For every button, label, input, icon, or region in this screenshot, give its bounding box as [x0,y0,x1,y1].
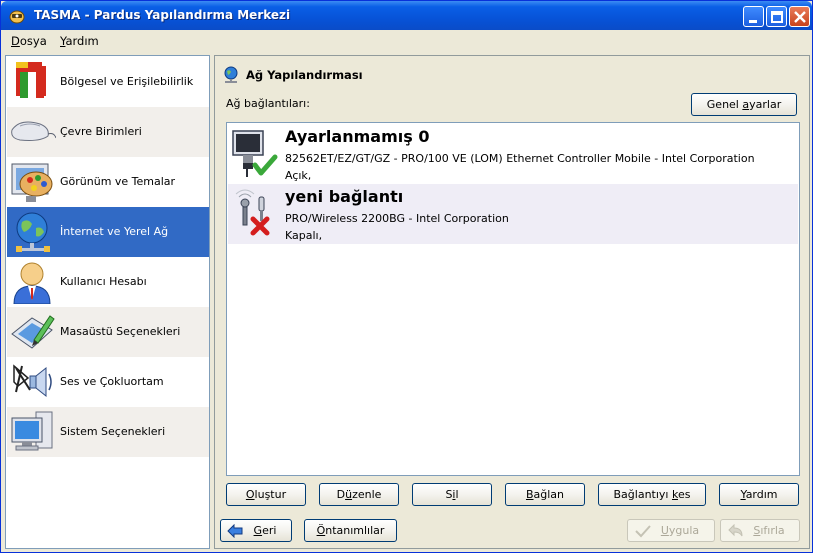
apply-button[interactable]: Uygula [627,519,715,542]
sidebar-item-regional[interactable]: Bölgesel ve Erişilebilirlik [7,57,209,107]
help-button[interactable]: Yardım [719,483,799,506]
sidebar-item-label: Bölgesel ve Erişilebilirlik [60,75,194,88]
sidebar-item-label: Masaüstü Seçenekleri [60,325,181,338]
maximize-button[interactable] [766,6,787,27]
title-bar[interactable]: TASMA - Pardus Yapılandırma Merkezi [1,1,812,30]
sidebar-item-appearance[interactable]: Görünüm ve Temalar [7,157,209,207]
wireless-disconnected-icon [235,189,270,236]
sidebar-item-network[interactable]: İnternet ve Yerel Ağ [7,207,209,257]
back-button[interactable]: Geri [220,519,292,542]
main-window: TASMA - Pardus Yapılandırma Merkezi Dosy… [0,0,813,553]
connection-name: yeni bağlantı [285,187,404,206]
user-icon [13,262,51,304]
maximize-icon [771,11,783,23]
window-title: TASMA - Pardus Yapılandırma Merkezi [34,8,291,22]
computer-icon [11,411,53,451]
sidebar-item-label: Görünüm ve Temalar [60,175,176,188]
general-settings-button[interactable]: Genel ayarlar [691,93,797,116]
disconnect-button[interactable]: Bağlantıyı kes [598,483,706,506]
list-item[interactable]: yeni bağlantı PRO/Wireless 2200BG - Inte… [228,184,798,244]
create-button[interactable]: Oluştur [226,483,306,506]
desktop-pen-icon [11,315,55,349]
sidebar-item-label: Ses ve Çokluortam [60,375,164,388]
connect-button[interactable]: Bağlan [505,483,585,506]
sidebar-item-sound[interactable]: Ses ve Çokluortam [7,357,209,407]
minimize-icon [749,20,757,23]
defaults-button[interactable]: Öntanımlılar [304,519,397,542]
globe-network-icon [16,212,50,252]
flag-icon [16,62,46,98]
edit-button[interactable]: Düzenle [319,483,399,506]
connections-list: Ayarlanmamış 0 82562ET/EZ/GT/GZ - PRO/10… [226,122,800,476]
delete-button[interactable]: Sil [412,483,492,506]
minimize-button[interactable] [743,6,764,27]
connection-state: Kapalı, [285,229,323,242]
close-button[interactable] [789,6,810,27]
sidebar-item-system[interactable]: Sistem Seçenekleri [7,407,209,457]
globe-network-icon [224,66,238,83]
sidebar-item-label: Sistem Seçenekleri [60,425,166,438]
connection-device: 82562ET/EZ/GT/GZ - PRO/100 VE (LOM) Ethe… [285,152,755,165]
panel-title: Ağ Yapılandırması [246,68,363,82]
category-sidebar: Bölgesel ve Erişilebilirlik Çevre Biriml… [5,55,210,549]
reset-button[interactable]: Sıfırla [720,519,800,542]
speaker-icon [13,364,52,398]
menu-file[interactable]: Dosya [11,34,47,48]
sidebar-item-label: İnternet ve Yerel Ağ [60,225,169,238]
sidebar-item-peripherals[interactable]: Çevre Birimleri [7,107,209,157]
undo-icon [728,524,743,537]
connection-device: PRO/Wireless 2200BG - Intel Corporation [285,212,509,225]
wired-connected-icon [232,130,278,177]
connection-state: Açık, [285,169,312,182]
menu-bar: Dosya Yardım [1,30,812,52]
connections-label: Ağ bağlantıları: [226,97,310,110]
app-icon [9,10,25,24]
sidebar-item-label: Çevre Birimleri [60,125,142,138]
palette-icon [11,163,53,202]
menu-help[interactable]: Yardım [60,34,99,48]
sidebar-item-user-account[interactable]: Kullanıcı Hesabı [7,257,209,307]
sidebar-item-label: Kullanıcı Hesabı [60,275,147,288]
network-config-panel: Ağ Yapılandırması Ağ bağlantıları: Genel… [214,55,810,549]
list-item[interactable]: Ayarlanmamış 0 82562ET/EZ/GT/GZ - PRO/10… [228,124,798,184]
check-icon [635,525,651,538]
close-icon [794,11,806,23]
connection-name: Ayarlanmamış 0 [285,127,430,146]
arrow-left-icon [227,524,243,538]
mouse-icon [11,121,56,141]
sidebar-item-desktop[interactable]: Masaüstü Seçenekleri [7,307,209,357]
